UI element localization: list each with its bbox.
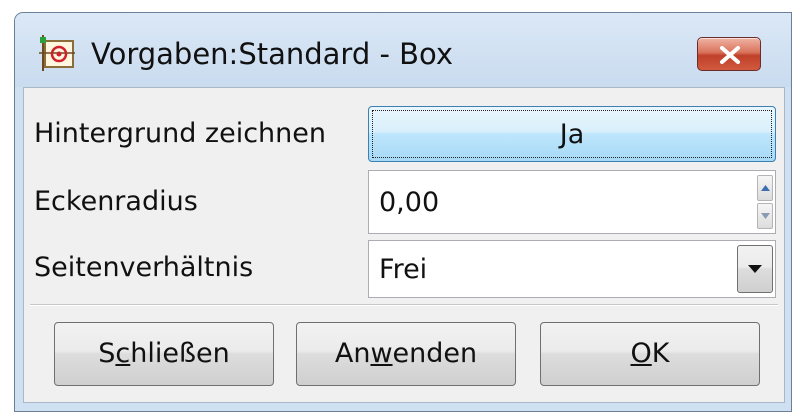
ok-button-label: OK	[630, 338, 670, 369]
app-icon	[37, 33, 77, 73]
spin-down-button[interactable]	[757, 203, 773, 229]
chevron-down-icon	[748, 265, 762, 273]
close-window-button[interactable]	[697, 37, 761, 71]
spin-up-button[interactable]	[757, 175, 773, 201]
aspect-ratio-value: Frei	[379, 254, 428, 285]
dialog-window: Vorgaben:Standard - Box Hintergrund zeic…	[14, 12, 792, 412]
apply-button[interactable]: Anwenden	[296, 322, 516, 386]
title-bar[interactable]: Vorgaben:Standard - Box	[15, 13, 791, 87]
arrow-down-icon	[761, 213, 770, 219]
close-icon	[720, 46, 740, 64]
aspect-ratio-select[interactable]: Frei	[368, 240, 776, 298]
ok-button[interactable]: OK	[540, 322, 760, 386]
background-label: Hintergrund zeichnen	[34, 118, 327, 149]
arrow-up-icon	[761, 185, 770, 191]
close-button[interactable]: Schließen	[54, 322, 274, 386]
background-toggle-value: Ja	[559, 119, 585, 150]
corner-radius-spinbox[interactable]: 0,00	[368, 170, 776, 234]
corner-radius-label: Eckenradius	[34, 186, 198, 217]
background-toggle-button[interactable]: Ja	[368, 106, 776, 162]
dropdown-button[interactable]	[737, 245, 773, 293]
window-title: Vorgaben:Standard - Box	[91, 37, 454, 71]
corner-radius-value: 0,00	[379, 187, 440, 218]
separator	[30, 304, 778, 306]
close-button-label: Schließen	[98, 338, 230, 369]
apply-button-label: Anwenden	[334, 338, 478, 369]
dialog-content: Hintergrund zeichnen Ja Eckenradius 0,00…	[23, 87, 785, 403]
aspect-ratio-label: Seitenverhältnis	[34, 252, 254, 283]
